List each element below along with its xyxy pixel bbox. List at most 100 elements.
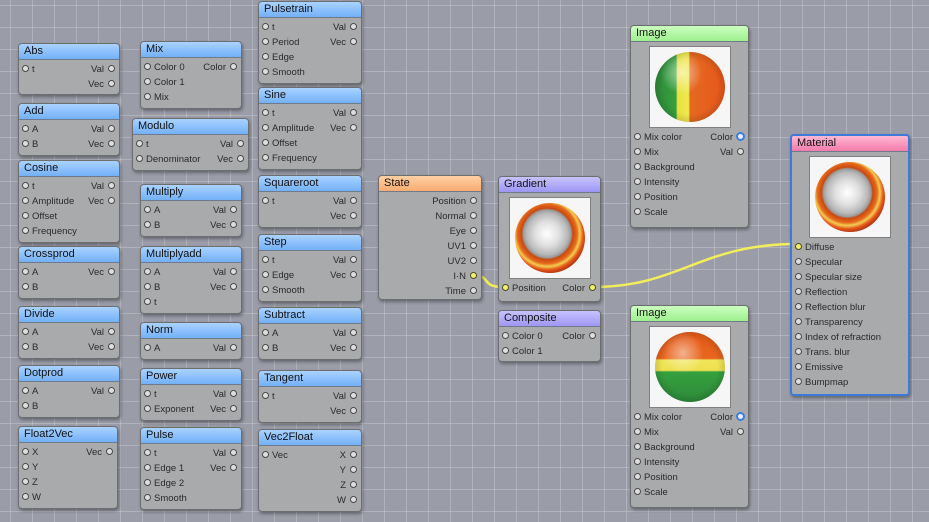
input-socket-color-0[interactable] bbox=[144, 63, 151, 70]
node-title[interactable]: Tangent bbox=[259, 371, 361, 387]
node-step[interactable]: Step t Val Edge Vec Smooth bbox=[258, 234, 362, 302]
input-socket-t[interactable] bbox=[262, 392, 269, 399]
input-socket-t[interactable] bbox=[144, 390, 151, 397]
node-title[interactable]: Power bbox=[141, 369, 241, 385]
input-socket-t[interactable] bbox=[22, 65, 29, 72]
node-squareroot[interactable]: Squareroot t Val Vec bbox=[258, 175, 362, 228]
output-socket-val[interactable] bbox=[108, 387, 115, 394]
node-add[interactable]: Add A Val B Vec bbox=[18, 103, 120, 156]
input-socket-diffuse[interactable] bbox=[795, 243, 802, 250]
input-socket-b[interactable] bbox=[22, 402, 29, 409]
input-socket-bumpmap[interactable] bbox=[795, 378, 802, 385]
input-socket-a[interactable] bbox=[22, 125, 29, 132]
output-socket-vec[interactable] bbox=[350, 271, 357, 278]
input-socket-position[interactable] bbox=[634, 473, 641, 480]
input-socket-z[interactable] bbox=[22, 478, 29, 485]
input-socket-reflection-blur[interactable] bbox=[795, 303, 802, 310]
input-socket-edge-1[interactable] bbox=[144, 464, 151, 471]
node-title[interactable]: Modulo bbox=[133, 119, 248, 135]
output-socket-val[interactable] bbox=[108, 182, 115, 189]
input-socket-period[interactable] bbox=[262, 38, 269, 45]
node-composite[interactable]: Composite Color 0 Color Color 1 bbox=[498, 310, 601, 362]
node-title[interactable]: Dotprod bbox=[19, 366, 119, 382]
node-gradient[interactable]: Gradient Position Color bbox=[498, 176, 601, 302]
input-socket-b[interactable] bbox=[262, 344, 269, 351]
output-socket-vec[interactable] bbox=[350, 407, 357, 414]
output-socket-color[interactable] bbox=[736, 132, 745, 141]
output-socket-i-n[interactable] bbox=[470, 272, 477, 279]
input-socket-specular-size[interactable] bbox=[795, 273, 802, 280]
input-socket-b[interactable] bbox=[22, 283, 29, 290]
output-socket-color[interactable] bbox=[589, 332, 596, 339]
node-title[interactable]: Vec2Float bbox=[259, 430, 361, 446]
input-socket-b[interactable] bbox=[144, 283, 151, 290]
node-mix[interactable]: Mix Color 0 Color Color 1 Mix bbox=[140, 41, 242, 109]
output-socket-vec[interactable] bbox=[230, 283, 237, 290]
node-title[interactable]: Cosine bbox=[19, 161, 119, 177]
input-socket-t[interactable] bbox=[144, 449, 151, 456]
output-socket-val[interactable] bbox=[108, 125, 115, 132]
input-socket-a[interactable] bbox=[22, 387, 29, 394]
input-socket-reflection[interactable] bbox=[795, 288, 802, 295]
input-socket-t[interactable] bbox=[262, 109, 269, 116]
output-socket-y[interactable] bbox=[350, 466, 357, 473]
node-modulo[interactable]: Modulo t Val Denominator Vec bbox=[132, 118, 249, 171]
input-socket-index-of-refraction[interactable] bbox=[795, 333, 802, 340]
input-socket-background[interactable] bbox=[634, 163, 641, 170]
output-socket-color[interactable] bbox=[230, 63, 237, 70]
output-socket-eye[interactable] bbox=[470, 227, 477, 234]
input-socket-amplitude[interactable] bbox=[22, 197, 29, 204]
node-title[interactable]: Image bbox=[631, 306, 748, 322]
output-socket-val[interactable] bbox=[230, 206, 237, 213]
input-socket-a[interactable] bbox=[22, 268, 29, 275]
node-title[interactable]: Norm bbox=[141, 323, 241, 339]
input-socket-mix[interactable] bbox=[144, 93, 151, 100]
input-socket-mix[interactable] bbox=[634, 428, 641, 435]
node-abs[interactable]: Abs t Val Vec bbox=[18, 43, 120, 95]
input-socket-b[interactable] bbox=[144, 221, 151, 228]
node-vec2float[interactable]: Vec2Float Vec X Y Z W bbox=[258, 429, 362, 512]
input-socket-intensity[interactable] bbox=[634, 458, 641, 465]
output-socket-val[interactable] bbox=[230, 449, 237, 456]
input-socket-background[interactable] bbox=[634, 443, 641, 450]
input-socket-position[interactable] bbox=[634, 193, 641, 200]
input-socket-b[interactable] bbox=[22, 343, 29, 350]
node-title[interactable]: Image bbox=[631, 26, 748, 42]
node-tangent[interactable]: Tangent t Val Vec bbox=[258, 370, 362, 423]
node-title[interactable]: Pulsetrain bbox=[259, 2, 361, 18]
input-socket-t[interactable] bbox=[144, 298, 151, 305]
output-socket-position[interactable] bbox=[470, 197, 477, 204]
input-socket-a[interactable] bbox=[144, 206, 151, 213]
node-title[interactable]: Abs bbox=[19, 44, 119, 60]
node-title[interactable]: Multiplyadd bbox=[141, 247, 241, 263]
node-title[interactable]: Squareroot bbox=[259, 176, 361, 192]
input-socket-a[interactable] bbox=[144, 268, 151, 275]
node-multiplyadd[interactable]: Multiplyadd A Val B Vec t bbox=[140, 246, 242, 314]
node-title[interactable]: Add bbox=[19, 104, 119, 120]
output-socket-vec[interactable] bbox=[350, 38, 357, 45]
node-crossprod[interactable]: Crossprod A Vec B bbox=[18, 246, 120, 299]
node-title[interactable]: Multiply bbox=[141, 185, 241, 201]
output-socket-vec[interactable] bbox=[106, 448, 113, 455]
input-socket-smooth[interactable] bbox=[144, 494, 151, 501]
node-title[interactable]: Gradient bbox=[499, 177, 600, 193]
input-socket-amplitude[interactable] bbox=[262, 124, 269, 131]
input-socket-frequency[interactable] bbox=[22, 227, 29, 234]
node-title[interactable]: Divide bbox=[19, 307, 119, 323]
input-socket-offset[interactable] bbox=[22, 212, 29, 219]
input-socket-smooth[interactable] bbox=[262, 68, 269, 75]
output-socket-val[interactable] bbox=[350, 197, 357, 204]
input-socket-exponent[interactable] bbox=[144, 405, 151, 412]
node-material[interactable]: Material Diffuse Specular Specular size Refl… bbox=[790, 134, 910, 396]
input-socket-frequency[interactable] bbox=[262, 154, 269, 161]
node-title[interactable]: Crossprod bbox=[19, 247, 119, 263]
input-socket-a[interactable] bbox=[144, 344, 151, 351]
output-socket-time[interactable] bbox=[470, 287, 477, 294]
input-socket-color-0[interactable] bbox=[502, 332, 509, 339]
output-socket-val[interactable] bbox=[108, 328, 115, 335]
output-socket-val[interactable] bbox=[230, 390, 237, 397]
node-title[interactable]: Step bbox=[259, 235, 361, 251]
output-socket-val[interactable] bbox=[350, 109, 357, 116]
input-socket-scale[interactable] bbox=[634, 208, 641, 215]
input-socket-edge[interactable] bbox=[262, 53, 269, 60]
